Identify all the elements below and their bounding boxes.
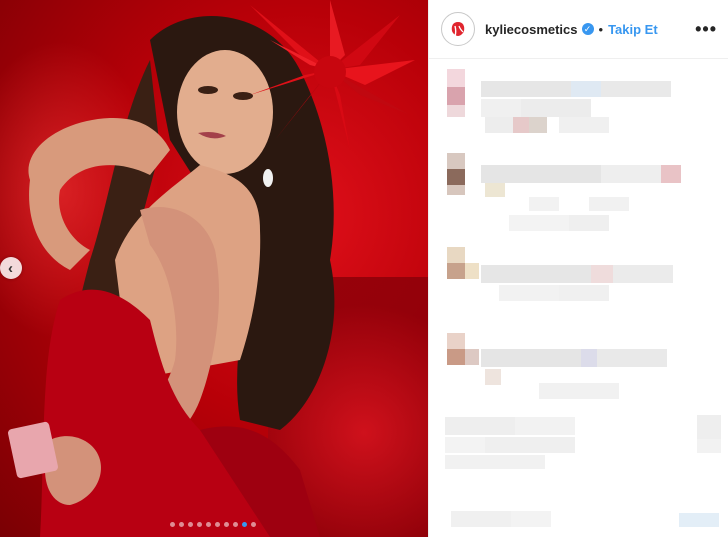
left-eye-shape [198,86,218,94]
right-eye-shape [233,92,253,100]
carousel-dots [170,522,256,527]
carousel-dot [179,522,184,527]
post-side-panel: kyliecosmetics ✓ • Takip Et ••• [428,0,728,537]
carousel-dot [251,522,256,527]
carousel-dot [233,522,238,527]
carousel-dot-active [242,522,247,527]
photo-illustration [8,0,415,537]
earring-shape [263,169,273,187]
post-photo[interactable]: ‹ [0,0,428,537]
carousel-dot [206,522,211,527]
carousel-dot [188,522,193,527]
verified-badge-icon: ✓ [581,23,594,35]
carousel-dot [224,522,229,527]
carousel-dot [215,522,220,527]
follow-button[interactable]: Takip Et [608,22,658,37]
kylie-logo-icon [445,16,471,42]
carousel-prev-button[interactable]: ‹ [0,257,22,279]
more-options-icon[interactable]: ••• [695,19,717,40]
header-separator: • [598,21,604,37]
avatar[interactable] [441,12,475,46]
pixelated-comments-area [429,59,728,537]
chevron-left-icon: ‹ [8,259,13,277]
post-header: kyliecosmetics ✓ • Takip Et ••• [429,0,728,59]
carousel-dot [170,522,175,527]
carousel-dot [197,522,202,527]
face-shape [177,50,273,174]
username-link[interactable]: kyliecosmetics [485,22,578,37]
